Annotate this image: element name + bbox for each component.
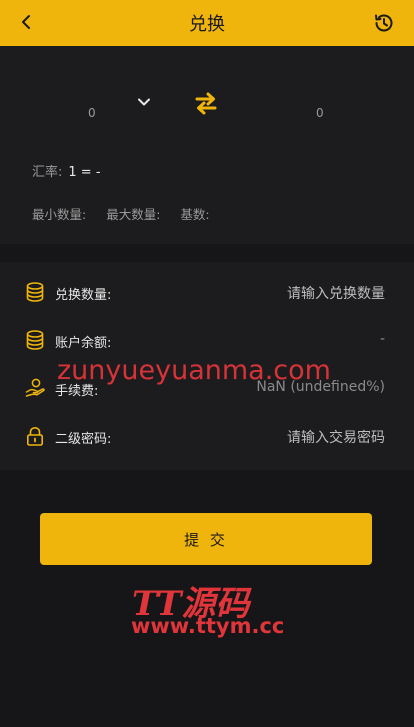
exchange-panel: 0 0 汇率: 1 = - 最小数量: 最大数量: 基数: [0,46,414,244]
exchange-quantity-label: 兑换数量: [55,288,112,303]
rate-value: 1 = - [68,165,101,180]
max-quantity-label: 最大数量: [106,207,161,222]
page-title: 兑换 [189,14,225,35]
base-label: 基数: [180,207,210,222]
fee-hand-icon [25,378,45,397]
history-clock-icon[interactable] [372,11,396,35]
exchange-rate: 汇率: 1 = - [32,161,101,180]
form-row-account-balance: 账户余额: - [0,326,414,356]
form-row-secondary-password: 二级密码: 请输入交易密码 [0,422,414,452]
min-quantity-label: 最小数量: [32,207,87,222]
account-balance-value: - [379,331,385,347]
form-row-exchange-quantity: 兑换数量: 请输入兑换数量 [0,278,414,308]
swap-arrows-icon[interactable] [193,90,219,116]
from-amount[interactable]: 0 [88,106,96,120]
exchange-quantity-input[interactable]: 请输入兑换数量 [287,283,385,303]
submit-button[interactable]: 提 交 [40,513,372,565]
watermark-url: www.ttym.cc [131,614,285,638]
watermark-domain: zunyueyuanma.com [57,355,331,386]
coins-stack-icon [26,282,44,302]
coins-stack-icon [26,330,44,350]
secondary-password-label: 二级密码: [55,432,112,447]
account-balance-label: 账户余额: [55,336,112,351]
rate-label: 汇率: [32,165,63,180]
limits-row: 最小数量: 最大数量: 基数: [32,204,226,223]
header-bar: 兑换 [0,0,414,46]
secondary-password-input[interactable]: 请输入交易密码 [287,427,385,447]
lock-icon [26,426,43,446]
chevron-down-icon[interactable] [136,94,152,110]
to-amount: 0 [316,106,324,120]
